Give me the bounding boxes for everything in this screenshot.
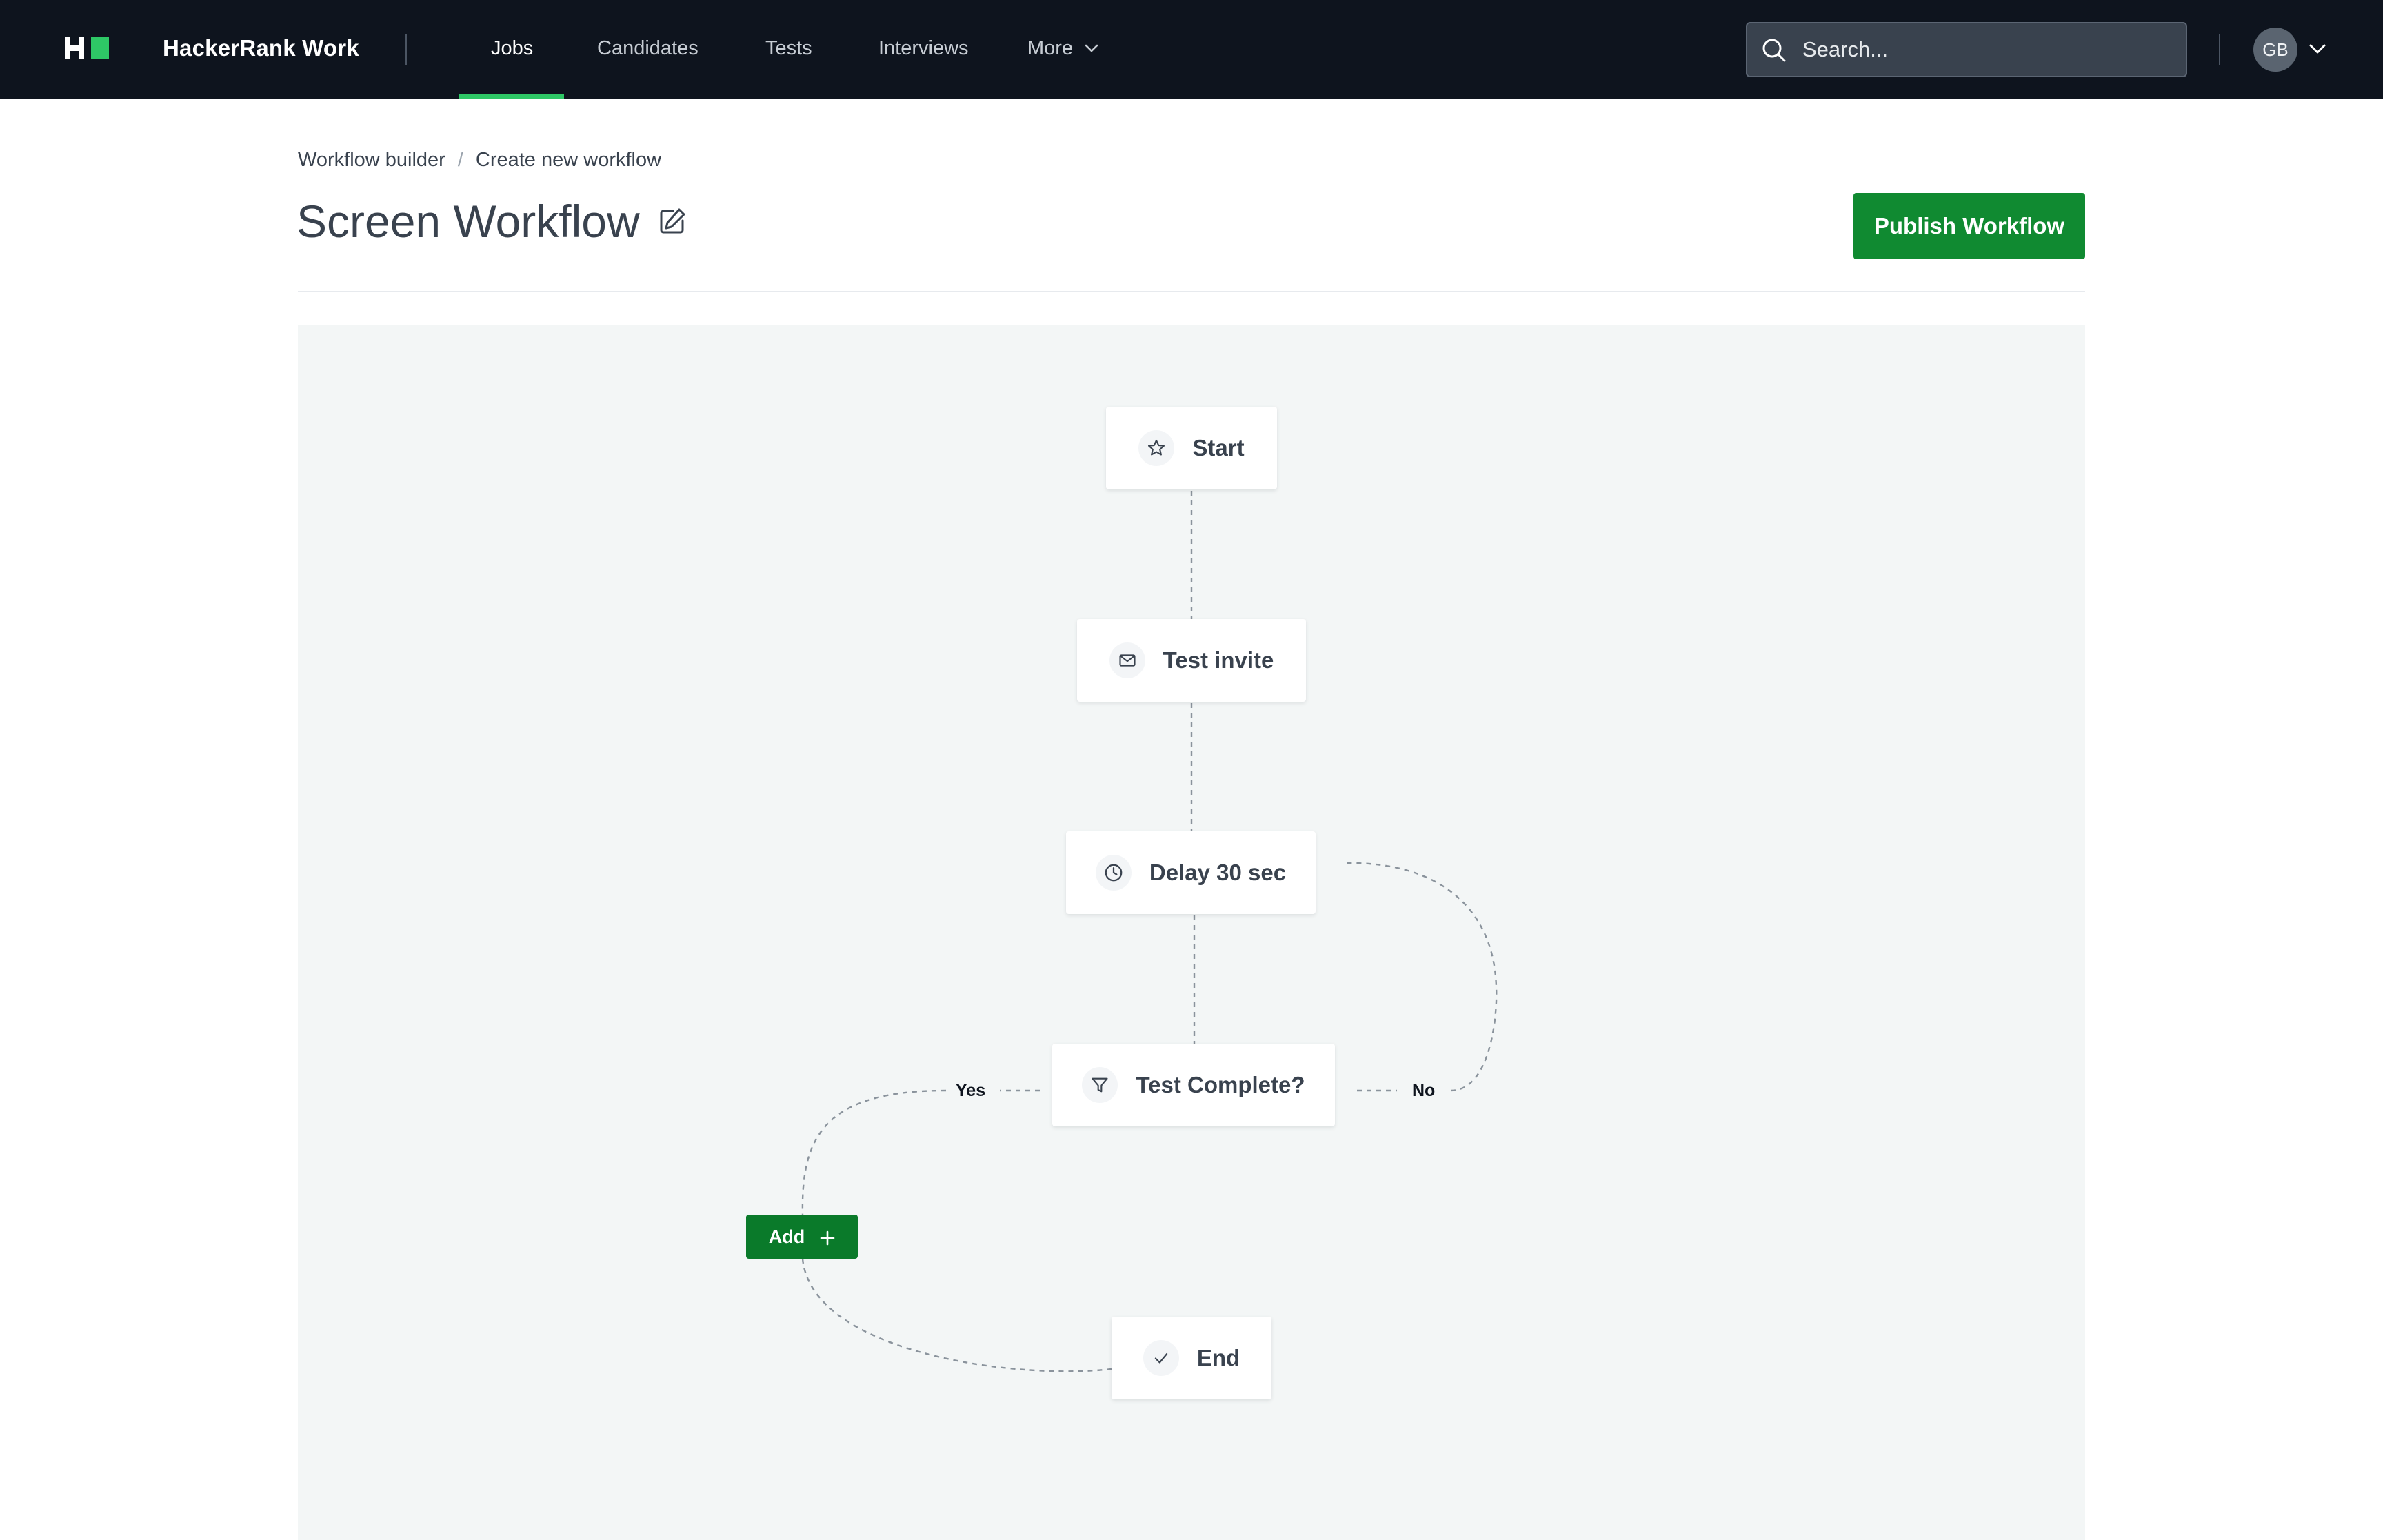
node-label: Test invite [1163, 647, 1274, 673]
header-divider [298, 291, 2085, 292]
user-avatar[interactable]: GB [2253, 28, 2297, 72]
brand-name[interactable]: HackerRank Work [163, 33, 359, 63]
branch-label-no: No [1412, 1081, 1436, 1100]
breadcrumb-separator: / [457, 149, 463, 171]
search-input[interactable] [1801, 23, 2173, 76]
branch-label-yes: Yes [956, 1081, 986, 1100]
nav-tab-tests[interactable]: Tests [765, 33, 812, 63]
hackerrank-logo-icon[interactable] [65, 36, 110, 61]
breadcrumb-current: Create new workflow [475, 149, 662, 171]
chevron-down-icon[interactable] [1084, 41, 1099, 55]
nav-tab-interviews[interactable]: Interviews [878, 33, 969, 63]
check-icon [1143, 1340, 1179, 1376]
nav-tab-jobs[interactable]: Jobs [491, 33, 533, 63]
nav-divider [2219, 34, 2220, 65]
nav-tab-more[interactable]: More [1027, 33, 1073, 63]
nav-tab-candidates[interactable]: Candidates [597, 33, 698, 63]
workflow-node-delay[interactable]: Delay 30 sec [1066, 831, 1316, 914]
plus-icon [820, 1229, 835, 1246]
filter-icon [1082, 1067, 1118, 1103]
page-title: Screen Workflow [296, 196, 640, 247]
workflow-node-test-complete[interactable]: Test Complete? [1052, 1044, 1335, 1126]
publish-workflow-button[interactable]: Publish Workflow [1853, 193, 2085, 259]
breadcrumb: Workflow builder / Create new workflow [298, 146, 661, 174]
nav-divider [405, 34, 407, 65]
star-icon [1138, 430, 1175, 466]
search-icon [1761, 37, 1787, 63]
edit-icon[interactable] [658, 207, 687, 236]
workflow-node-end[interactable]: End [1112, 1317, 1271, 1399]
node-label: Test Complete? [1136, 1072, 1305, 1097]
breadcrumb-workflow-builder[interactable]: Workflow builder [298, 149, 445, 171]
active-tab-indicator [459, 94, 564, 99]
node-label: Delay 30 sec [1149, 860, 1287, 885]
chevron-down-icon[interactable] [2309, 41, 2326, 57]
search-box[interactable] [1746, 22, 2187, 77]
workflow-canvas[interactable]: Start Test invite Delay 30 sec Test Comp… [298, 325, 2085, 1540]
clock-icon [1095, 855, 1132, 891]
top-navbar: HackerRank Work Jobs Candidates Tests In… [0, 0, 2383, 99]
workflow-node-start[interactable]: Start [1106, 407, 1277, 489]
add-step-button[interactable]: Add [746, 1215, 858, 1259]
workflow-node-test-invite[interactable]: Test invite [1077, 619, 1306, 702]
add-button-label: Add [768, 1226, 805, 1247]
mail-icon [1109, 642, 1145, 678]
node-label: End [1196, 1345, 1240, 1370]
node-label: Start [1192, 435, 1245, 460]
